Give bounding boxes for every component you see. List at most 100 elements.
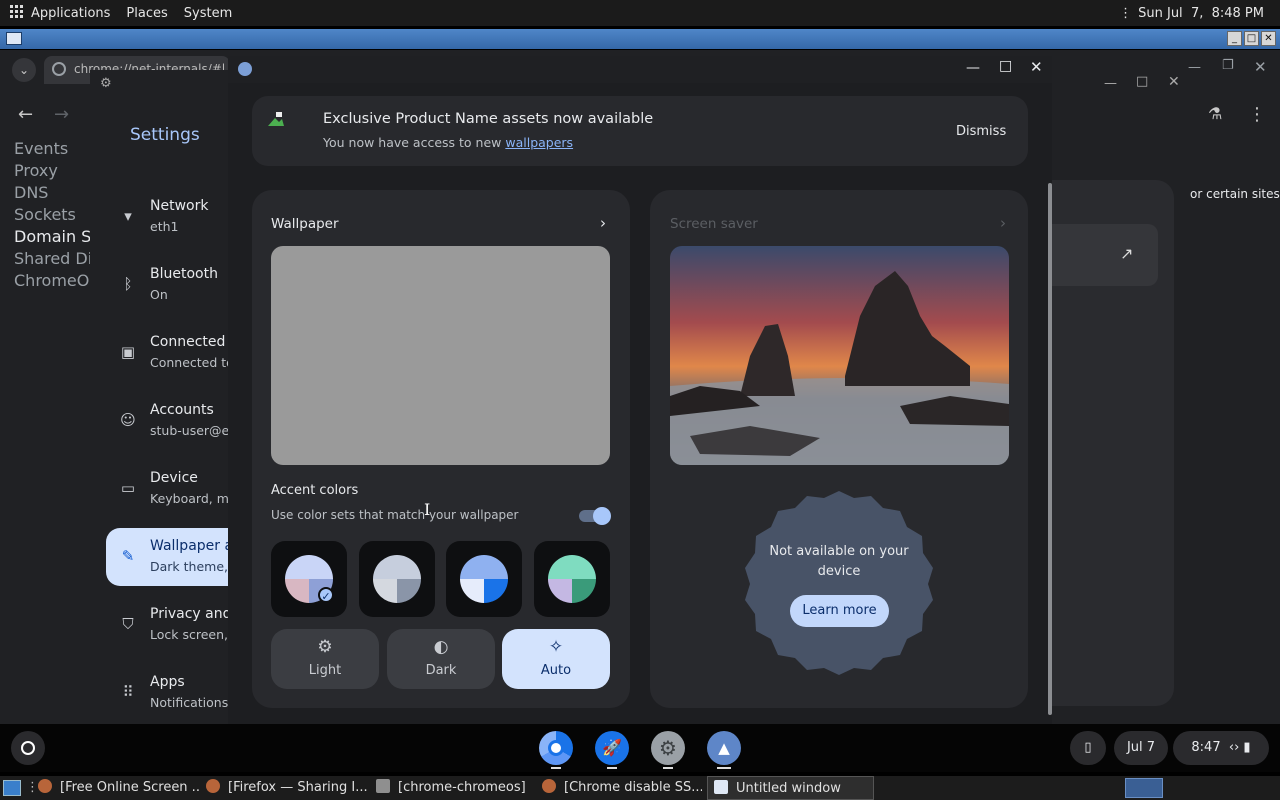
text-cursor-icon: I (424, 500, 431, 519)
nav-sublabel: Dark theme, s (150, 559, 228, 574)
taskbar-item[interactable]: [chrome-chromeos] (376, 776, 536, 800)
close-icon[interactable]: ✕ (1030, 58, 1043, 76)
accent-toggle-label: Use color sets that match your wallpaper (271, 508, 519, 522)
accent-swatch[interactable] (534, 541, 610, 617)
sidebar-item[interactable]: Events (14, 138, 101, 160)
dismiss-button[interactable]: Dismiss (956, 124, 1006, 139)
sidebar-item[interactable]: DNS (14, 182, 101, 204)
nav-label: Wallpaper ar (150, 538, 228, 554)
date-tray[interactable]: Jul 7 (1114, 731, 1168, 765)
banner-title: Exclusive Product Name assets now availa… (323, 111, 654, 127)
sidebar-item-selected[interactable]: Domain Se (14, 226, 101, 248)
mode-label: Light (308, 663, 342, 678)
settings-nav-connected-devices[interactable]: ▣ Connected d Connected to (106, 324, 228, 382)
accent-swatch[interactable] (446, 541, 522, 617)
settings-nav-bluetooth[interactable]: ᛒ Bluetooth On (106, 256, 228, 314)
taskbar-item[interactable]: [Chrome disable SS... (542, 776, 702, 800)
places-menu[interactable]: Places (126, 6, 167, 21)
nav-sublabel: On (150, 287, 168, 302)
close-button[interactable]: ✕ (1261, 31, 1276, 46)
running-indicator (607, 767, 617, 769)
taskbar-item[interactable]: [Firefox — Sharing I... (206, 776, 372, 800)
clock[interactable]: Sun Jul 7, 8:48 PM (1138, 6, 1264, 21)
system-menu[interactable]: System (184, 6, 232, 21)
minimize-button[interactable]: _ (1227, 31, 1242, 46)
maximize-button[interactable]: □ (1244, 31, 1259, 46)
settings-nav-accounts[interactable]: ☺ Accounts stub-user@ex (106, 392, 228, 450)
accent-swatch[interactable]: ✓ (271, 541, 347, 617)
swatch-disc (460, 555, 508, 603)
nav-sublabel: Keyboard, mo (150, 491, 228, 506)
forward-icon[interactable]: → (54, 104, 69, 125)
chrome-close-icon[interactable]: ✕ (1254, 58, 1267, 76)
accounts-icon: ☺ (120, 411, 136, 429)
sidebar-item[interactable]: Shared Dic (14, 248, 101, 270)
taskbar-item[interactable]: [Free Online Screen ... (38, 776, 200, 800)
nav-label: Privacy and (150, 606, 228, 622)
laptop-icon: ▭ (120, 479, 136, 497)
sidebar-item[interactable]: Sockets (14, 204, 101, 226)
kebab-icon[interactable]: ⋮ (1119, 6, 1132, 21)
settings-nav-privacy[interactable]: ⛉ Privacy and Lock screen, (106, 596, 228, 654)
toggle-knob (593, 507, 611, 525)
personalization-app-icon (238, 62, 252, 76)
phone-hub-icon[interactable]: ▯ (1070, 731, 1106, 765)
accent-heading: Accent colors (271, 483, 359, 498)
apps-grid-icon: ⠿ (122, 683, 134, 701)
taskbar-item-label: [Firefox — Sharing I... (228, 780, 368, 795)
net-internals-sidebar: Events Proxy DNS Sockets Domain Se Share… (14, 138, 101, 292)
personalization-titlebar: — □ ✕ (228, 56, 1052, 83)
settings-nav-network[interactable]: ▾ Network eth1 (106, 188, 228, 246)
chrome-app-icon[interactable] (539, 731, 573, 765)
wallpapers-link[interactable]: wallpapers (505, 135, 573, 150)
nav-label: Network (150, 198, 209, 214)
settings-row[interactable] (1052, 224, 1158, 286)
nav-label: Bluetooth (150, 266, 218, 282)
nav-label: Apps (150, 674, 185, 690)
settings-minimize-icon[interactable]: — (1104, 76, 1117, 91)
rocket-app-icon[interactable]: 🚀 (595, 731, 629, 765)
dark-mode-button[interactable]: ◐ Dark (387, 629, 495, 689)
accent-swatch[interactable] (359, 541, 435, 617)
chevron-right-icon[interactable]: › (600, 214, 606, 232)
back-icon[interactable]: ← (18, 104, 33, 125)
settings-nav-wallpaper[interactable]: ✎ Wallpaper ar Dark theme, s (106, 528, 228, 586)
wallpaper-heading[interactable]: Wallpaper (271, 216, 339, 232)
chrome-menu-icon[interactable]: ⋮ (1248, 104, 1266, 125)
nav-label: Connected d (150, 334, 228, 350)
show-desktop-icon[interactable] (3, 780, 21, 796)
taskbar-item-active[interactable]: Untitled window (707, 776, 874, 800)
auto-mode-button[interactable]: ✧ Auto (502, 629, 610, 689)
settings-close-icon[interactable]: ✕ (1168, 74, 1180, 90)
status-tray[interactable]: 8:47 ‹› ▮ (1173, 731, 1269, 765)
taskbar-grip-icon: ⋮ (26, 780, 38, 795)
mode-label: Dark (425, 663, 457, 678)
workspace-switcher[interactable] (1125, 778, 1163, 798)
tab-search-icon[interactable]: ⌄ (12, 58, 36, 82)
wallpaper-preview[interactable] (271, 246, 610, 465)
light-mode-button[interactable]: ⚙ Light (271, 629, 379, 689)
learn-more-button[interactable]: Learn more (790, 595, 889, 627)
accent-toggle[interactable] (579, 507, 611, 525)
wallpaper-app-icon[interactable]: ▲ (707, 731, 741, 765)
maximize-icon[interactable]: □ (999, 58, 1012, 74)
minimize-icon[interactable]: — (966, 60, 980, 76)
settings-app-icon[interactable]: ⚙ (651, 731, 685, 765)
sidebar-item[interactable]: Proxy (14, 160, 101, 182)
chevron-right-icon: › (1000, 214, 1006, 232)
launcher-button[interactable] (11, 731, 45, 765)
screensaver-heading: Screen saver (670, 216, 758, 232)
chrome-restore-icon[interactable]: ❐ (1222, 58, 1234, 73)
applications-menu[interactable]: Applications (31, 6, 110, 21)
sidebar-item[interactable]: ChromeOS (14, 270, 101, 292)
labs-flask-icon[interactable]: ⚗ (1208, 104, 1222, 123)
settings-maximize-icon[interactable]: □ (1136, 74, 1148, 89)
taskbar-item-label: [Free Online Screen ... (60, 780, 200, 795)
scrollbar[interactable] (1048, 183, 1052, 715)
taskbar-item-label: Untitled window (736, 781, 841, 796)
settings-nav-apps[interactable]: ⠿ Apps Notifications (106, 664, 229, 722)
settings-nav-device[interactable]: ▭ Device Keyboard, mo (106, 460, 228, 518)
apps-grid-icon[interactable] (10, 4, 23, 22)
external-link-icon[interactable]: ↗ (1120, 244, 1133, 263)
nav-sublabel: Connected to (150, 355, 228, 370)
